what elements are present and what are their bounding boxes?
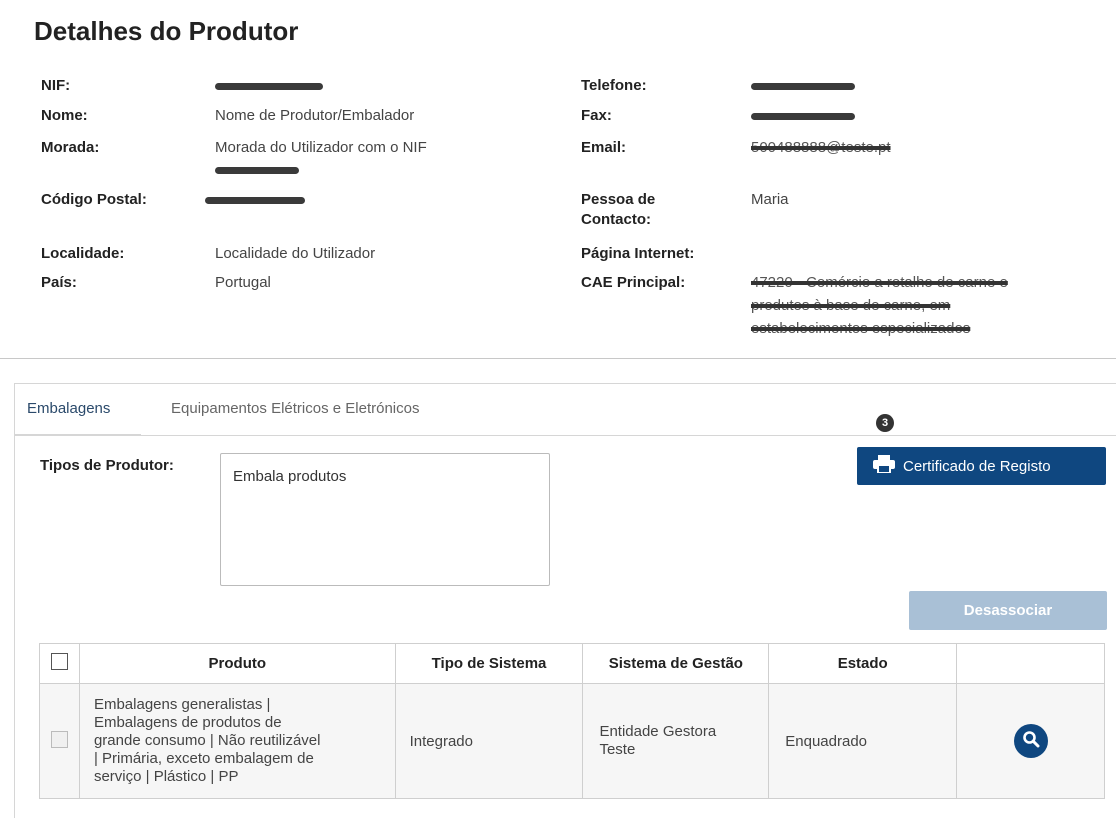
table-header-row: Produto Tipo de Sistema Sistema de Gestã… <box>39 643 1105 684</box>
tipo-sistema-cell: Integrado <box>394 683 584 799</box>
row-select-cell <box>39 683 80 799</box>
email-label: Email: <box>581 139 627 156</box>
nome-value: Nome de Produtor/Embalador <box>215 107 415 124</box>
nome-label: Nome: <box>41 107 88 124</box>
header-tipo-sistema: Tipo de Sistema <box>394 643 584 684</box>
header-estado: Estado <box>768 643 958 684</box>
view-details-button[interactable] <box>1013 724 1048 758</box>
desassociar-button[interactable]: Desassociar <box>909 591 1107 630</box>
active-tab-indicator <box>15 434 141 436</box>
section-divider <box>0 358 1116 359</box>
cae-label: CAE Principal: <box>581 274 686 291</box>
produtos-table: Produto Tipo de Sistema Sistema de Gestã… <box>39 643 1105 799</box>
nif-value-redacted <box>215 76 323 96</box>
pessoa-contacto-value: Maria <box>751 191 789 208</box>
search-icon <box>1022 730 1040 752</box>
header-actions <box>956 643 1105 684</box>
estado-cell: Enquadrado <box>768 683 958 799</box>
codigo-postal-label: Código Postal: <box>41 191 147 208</box>
morada-label: Morada: <box>41 139 100 156</box>
produto-line: Embalagens generalistas | <box>93 696 271 713</box>
pais-value: Portugal <box>215 274 271 291</box>
fax-redacted <box>751 106 855 126</box>
tipos-produtor-label: Tipos de Produtor: <box>40 457 174 474</box>
sistema-gestao-cell: Entidade Gestora Teste <box>582 683 770 799</box>
produto-line: serviço | Plástico | PP <box>93 768 239 785</box>
nif-label: NIF: <box>41 77 71 94</box>
certificado-registo-button[interactable]: Certificado de Registo <box>857 447 1106 485</box>
cae-value-line2: produtos à base de carne, em <box>751 297 951 314</box>
fax-label: Fax: <box>581 107 612 124</box>
produto-line: grande consumo | Não reutilizável <box>93 732 321 749</box>
tab-equipamentos[interactable]: Equipamentos Elétricos e Eletrónicos <box>171 400 419 417</box>
header-produto: Produto <box>78 643 396 684</box>
cae-value-line1: 47220 - Comércio a retalho de carne e <box>751 274 1008 291</box>
produto-line: Embalagens de produtos de <box>93 714 282 731</box>
select-all-checkbox[interactable] <box>50 653 68 670</box>
tipos-produtor-value: Embala produtos <box>233 468 347 485</box>
step-badge: 3 <box>876 414 894 432</box>
tab-embalagens[interactable]: Embalagens <box>27 400 110 417</box>
pais-label: País: <box>41 274 77 291</box>
produto-line: | Primária, exceto embalagem de <box>93 750 314 767</box>
actions-cell <box>956 683 1105 799</box>
row-checkbox[interactable] <box>50 730 68 748</box>
table-row: Embalagens generalistas | Embalagens de … <box>39 683 1105 799</box>
telefone-label: Telefone: <box>581 77 647 94</box>
codigo-postal-redacted <box>205 190 305 210</box>
morada-value: Morada do Utilizador com o NIF <box>215 139 427 156</box>
certificado-registo-label: Certificado de Registo <box>903 457 1051 475</box>
email-value-redacted: 500488888@teste.pt <box>751 139 891 156</box>
sistema-gestao-line: Teste <box>599 741 636 758</box>
localidade-label: Localidade: <box>41 245 125 262</box>
producer-details: NIF: Nome: Nome de Produtor/Embalador Mo… <box>0 0 1116 360</box>
tipos-produtor-box: Embala produtos <box>220 453 550 586</box>
produto-cell: Embalagens generalistas | Embalagens de … <box>78 683 396 799</box>
morada-nif-redacted <box>215 160 299 180</box>
printer-icon <box>873 455 895 477</box>
tab-bar: Embalagens Equipamentos Elétricos e Elet… <box>15 384 1116 436</box>
select-all-cell <box>39 643 80 684</box>
header-sistema-gestao: Sistema de Gestão <box>582 643 770 684</box>
pagina-internet-label: Página Internet: <box>581 245 695 262</box>
telefone-redacted <box>751 76 855 96</box>
cae-value-line3: estabelecimentos especializados <box>751 320 971 337</box>
localidade-value: Localidade do Utilizador <box>215 245 376 262</box>
sistema-gestao-line: Entidade Gestora <box>599 723 717 740</box>
pessoa-contacto-label-2: Contacto: <box>581 211 651 228</box>
pessoa-contacto-label-1: Pessoa de <box>581 191 656 208</box>
